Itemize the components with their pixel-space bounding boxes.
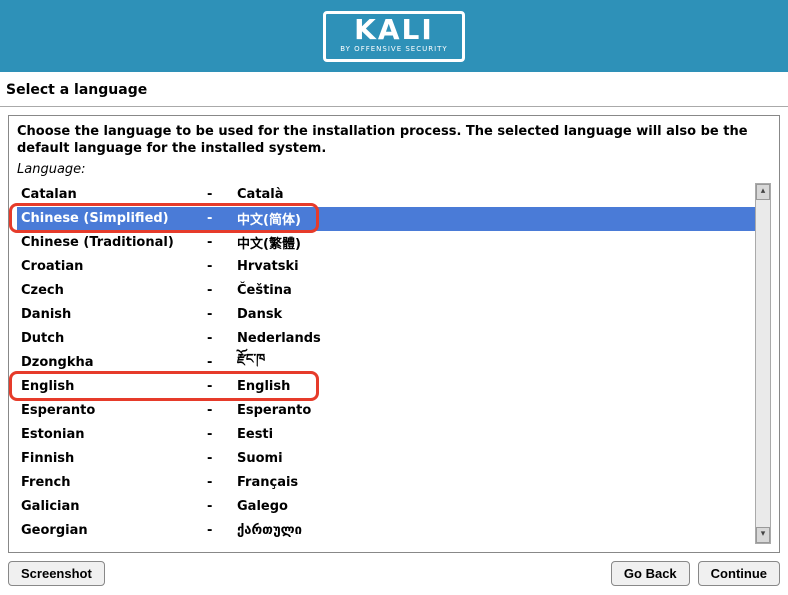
language-row[interactable]: Galician-Galego <box>17 495 755 519</box>
dash-separator: - <box>207 331 237 346</box>
language-row[interactable]: Esperanto-Esperanto <box>17 399 755 423</box>
language-native-name: Galego <box>237 499 755 514</box>
language-native-name: ქართული <box>237 523 755 538</box>
scrollbar[interactable]: ▴ ▾ <box>755 183 771 544</box>
language-english-name: Danish <box>21 307 207 322</box>
language-english-name: Dutch <box>21 331 207 346</box>
dash-separator: - <box>207 187 237 202</box>
language-panel: Choose the language to be used for the i… <box>8 115 780 553</box>
logo-title: KALI <box>340 16 447 44</box>
dash-separator: - <box>207 451 237 466</box>
language-row[interactable]: Danish-Dansk <box>17 303 755 327</box>
language-english-name: Estonian <box>21 427 207 442</box>
dash-separator: - <box>207 355 237 370</box>
language-english-name: Esperanto <box>21 403 207 418</box>
language-row[interactable]: Estonian-Eesti <box>17 423 755 447</box>
language-native-name: Esperanto <box>237 403 755 418</box>
language-english-name: Catalan <box>21 187 207 202</box>
language-english-name: Galician <box>21 499 207 514</box>
language-english-name: Chinese (Simplified) <box>21 211 207 226</box>
description-text: Choose the language to be used for the i… <box>17 124 771 158</box>
language-row[interactable]: Chinese (Traditional)-中文(繁體) <box>17 231 755 255</box>
language-native-name: English <box>237 379 755 394</box>
field-label: Language: <box>17 162 771 177</box>
language-native-name: Suomi <box>237 451 755 466</box>
footer-buttons: Screenshot Go Back Continue <box>0 553 788 594</box>
dash-separator: - <box>207 499 237 514</box>
dash-separator: - <box>207 475 237 490</box>
language-native-name: 中文(繁體) <box>237 233 755 252</box>
installer-header: KALI BY OFFENSIVE SECURITY <box>0 0 788 72</box>
language-row[interactable]: Finnish-Suomi <box>17 447 755 471</box>
language-row[interactable]: Dzongkha-རྫོང་ཁ <box>17 351 755 375</box>
language-native-name: Français <box>237 475 755 490</box>
screenshot-button[interactable]: Screenshot <box>8 561 105 586</box>
go-back-button[interactable]: Go Back <box>611 561 690 586</box>
language-row[interactable]: Catalan-Català <box>17 183 755 207</box>
language-native-name: Čeština <box>237 283 755 298</box>
dash-separator: - <box>207 523 237 538</box>
logo-subtitle: BY OFFENSIVE SECURITY <box>340 45 447 53</box>
main-content: Choose the language to be used for the i… <box>0 107 788 553</box>
dash-separator: - <box>207 427 237 442</box>
language-row[interactable]: Georgian-ქართული <box>17 519 755 543</box>
dash-separator: - <box>207 235 237 250</box>
dash-separator: - <box>207 259 237 274</box>
scroll-up-button[interactable]: ▴ <box>756 184 770 200</box>
continue-button[interactable]: Continue <box>698 561 780 586</box>
language-native-name: Català <box>237 187 755 202</box>
language-english-name: Croatian <box>21 259 207 274</box>
language-english-name: Finnish <box>21 451 207 466</box>
dash-separator: - <box>207 379 237 394</box>
page-title: Select a language <box>0 72 788 107</box>
language-english-name: French <box>21 475 207 490</box>
language-english-name: Czech <box>21 283 207 298</box>
dash-separator: - <box>207 283 237 298</box>
language-native-name: Eesti <box>237 427 755 442</box>
scroll-down-button[interactable]: ▾ <box>756 527 770 543</box>
language-row[interactable]: Croatian-Hrvatski <box>17 255 755 279</box>
dash-separator: - <box>207 403 237 418</box>
kali-logo: KALI BY OFFENSIVE SECURITY <box>323 11 464 62</box>
language-row[interactable]: Chinese (Simplified)-中文(简体) <box>17 207 755 231</box>
language-row[interactable]: French-Français <box>17 471 755 495</box>
language-native-name: རྫོང་ཁ <box>237 344 755 381</box>
language-list[interactable]: Catalan-CatalàChinese (Simplified)-中文(简体… <box>17 183 755 544</box>
language-english-name: Georgian <box>21 523 207 538</box>
language-native-name: Hrvatski <box>237 259 755 274</box>
language-english-name: Chinese (Traditional) <box>21 235 207 250</box>
language-row[interactable]: Czech-Čeština <box>17 279 755 303</box>
language-native-name: Dansk <box>237 307 755 322</box>
language-row[interactable]: English-English <box>17 375 755 399</box>
dash-separator: - <box>207 211 237 226</box>
language-native-name: 中文(简体) <box>237 209 755 228</box>
language-english-name: English <box>21 379 207 394</box>
language-english-name: Dzongkha <box>21 355 207 370</box>
language-list-wrap: Catalan-CatalàChinese (Simplified)-中文(简体… <box>17 183 771 544</box>
dash-separator: - <box>207 307 237 322</box>
